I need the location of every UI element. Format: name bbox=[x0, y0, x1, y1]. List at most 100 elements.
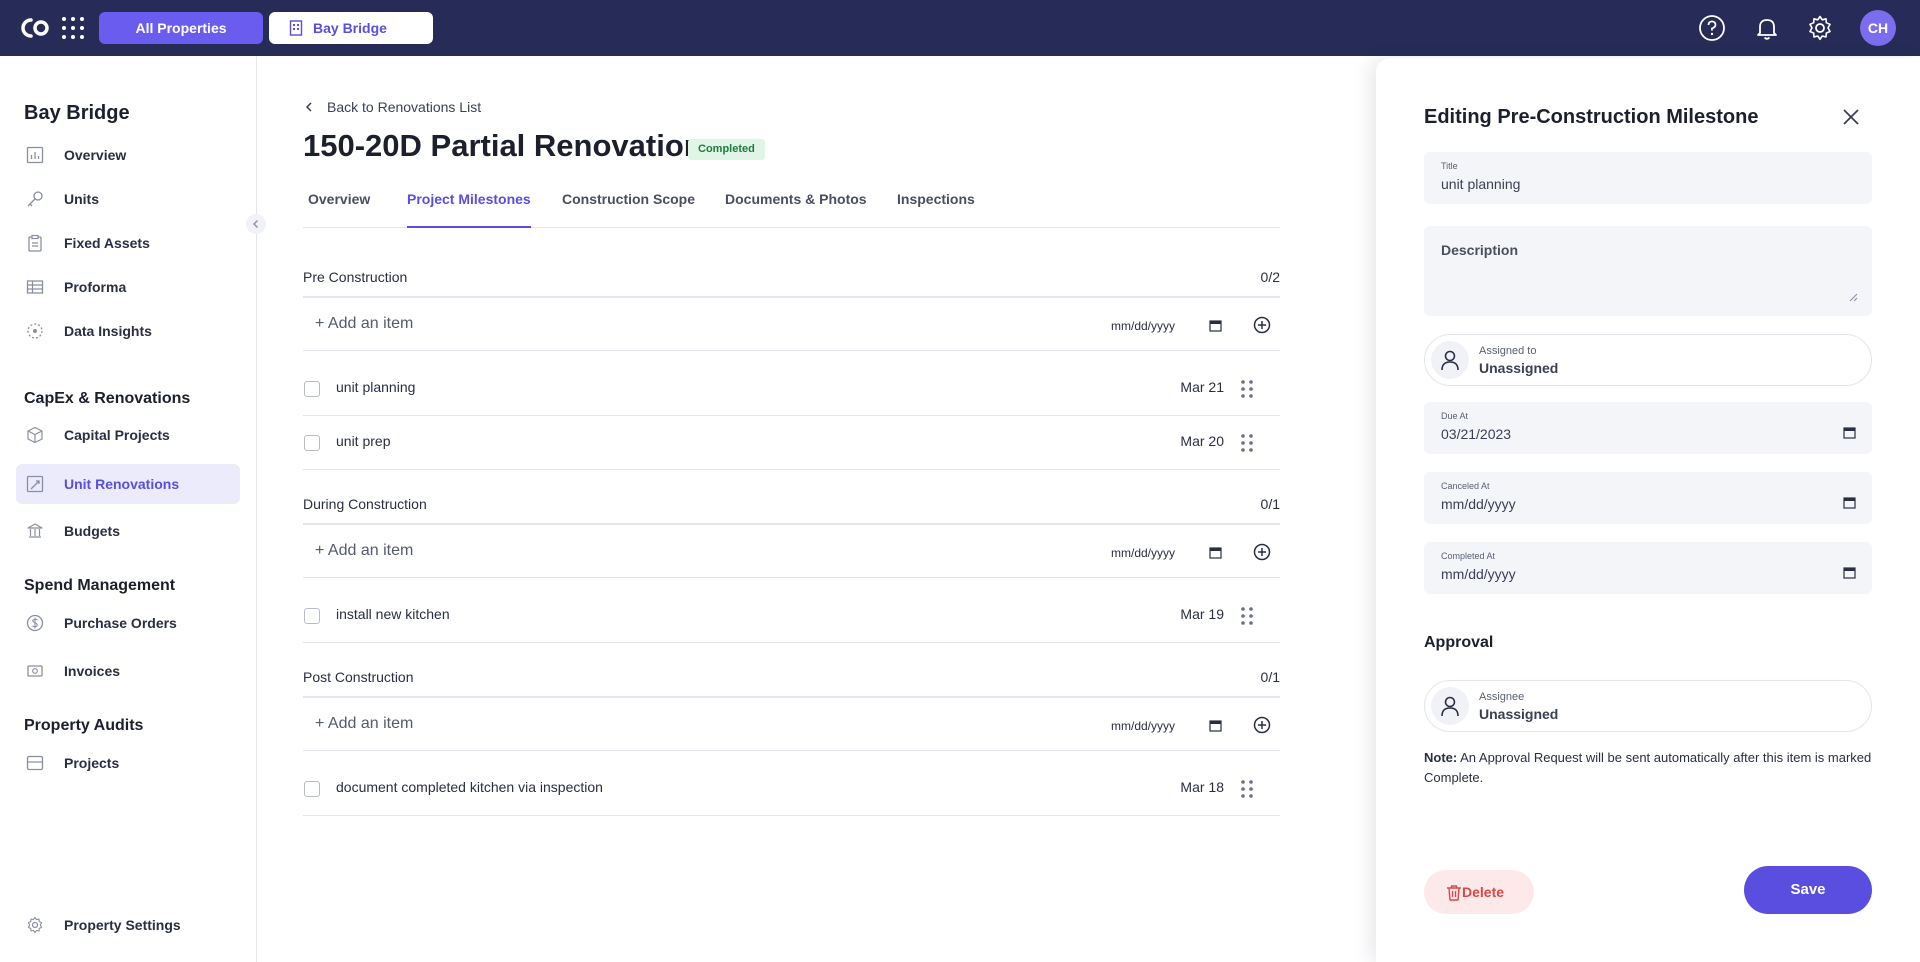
edit-milestone-panel: Editing Pre-Construction Milestone Title… bbox=[1376, 58, 1920, 962]
milestone-checkbox[interactable] bbox=[304, 381, 320, 397]
description-field[interactable]: Description bbox=[1424, 226, 1872, 316]
company-logo[interactable] bbox=[20, 14, 50, 42]
resize-handle-icon[interactable] bbox=[1849, 293, 1858, 302]
sidebar-item-budgets[interactable]: Budgets bbox=[16, 511, 240, 551]
drag-handle-icon[interactable] bbox=[1240, 432, 1254, 454]
calendar-icon[interactable] bbox=[1209, 319, 1222, 332]
sidebar-item-label: Fixed Assets bbox=[64, 235, 150, 251]
approval-assignee-selector[interactable]: Assignee Unassigned bbox=[1424, 680, 1872, 732]
user-icon bbox=[1431, 341, 1469, 379]
milestone-label: unit planning bbox=[336, 379, 416, 395]
status-badge: Completed bbox=[688, 139, 765, 160]
settings-gear-icon[interactable] bbox=[1806, 14, 1834, 42]
group-count: 0/1 bbox=[1260, 496, 1280, 512]
tab-bar: Overview Project Milestones Construction… bbox=[303, 187, 1280, 228]
milestone-row[interactable]: document completed kitchen via inspectio… bbox=[303, 762, 1280, 816]
date-input[interactable]: mm/dd/yyyy bbox=[1111, 546, 1175, 560]
title-field-value[interactable]: unit planning bbox=[1441, 176, 1520, 192]
add-circle-icon[interactable] bbox=[1253, 716, 1271, 734]
completed-at-field[interactable]: Completed At mm/dd/yyyy bbox=[1424, 542, 1872, 594]
sidebar-item-invoices[interactable]: Invoices bbox=[16, 651, 240, 691]
cube-icon bbox=[27, 426, 43, 444]
milestone-date: Mar 20 bbox=[1180, 433, 1224, 449]
invoice-icon bbox=[27, 665, 43, 677]
title-field-label: Title bbox=[1441, 161, 1458, 171]
all-properties-button[interactable]: All Properties bbox=[99, 12, 263, 44]
assignee-label: Assignee bbox=[1479, 691, 1525, 703]
help-icon[interactable] bbox=[1698, 14, 1726, 42]
milestone-row[interactable]: install new kitchen Mar 19 bbox=[303, 589, 1280, 643]
assigned-to-selector[interactable]: Assigned to Unassigned bbox=[1424, 334, 1872, 386]
calendar-icon[interactable] bbox=[1209, 719, 1222, 732]
sidebar-item-property-settings[interactable]: Property Settings bbox=[16, 905, 240, 945]
sidebar: Bay Bridge Overview Units Fixed Assets P… bbox=[0, 56, 257, 962]
due-at-field[interactable]: Due At 03/21/2023 bbox=[1424, 402, 1872, 454]
assignee-value: Unassigned bbox=[1479, 706, 1559, 722]
sidebar-item-overview[interactable]: Overview bbox=[16, 135, 240, 175]
add-item-input[interactable]: + Add an item bbox=[315, 315, 413, 333]
sidebar-item-label: Data Insights bbox=[64, 323, 152, 339]
app-grid-icon[interactable] bbox=[62, 17, 84, 39]
sidebar-item-data-insights[interactable]: Data Insights bbox=[16, 311, 240, 351]
tab-inspections[interactable]: Inspections bbox=[897, 191, 975, 228]
add-item-input[interactable]: + Add an item bbox=[315, 542, 413, 560]
sidebar-item-unit-renovations[interactable]: Unit Renovations bbox=[16, 464, 240, 504]
drag-handle-icon[interactable] bbox=[1240, 605, 1254, 627]
add-item-row: + Add an item mm/dd/yyyy bbox=[303, 298, 1280, 351]
sidebar-item-projects[interactable]: Projects bbox=[16, 743, 240, 783]
collapse-sidebar-button[interactable] bbox=[246, 214, 266, 234]
drag-handle-icon[interactable] bbox=[1240, 778, 1254, 800]
sidebar-item-proforma[interactable]: Proforma bbox=[16, 267, 240, 307]
sidebar-item-label: Invoices bbox=[64, 663, 121, 679]
sidebar-section-spend: Spend Management bbox=[24, 577, 176, 594]
group-name: Pre Construction bbox=[303, 269, 408, 285]
delete-button[interactable]: Delete bbox=[1424, 870, 1534, 914]
title-field[interactable]: Title unit planning bbox=[1424, 152, 1872, 204]
tab-construction-scope[interactable]: Construction Scope bbox=[562, 191, 695, 228]
canceled-at-value[interactable]: mm/dd/yyyy bbox=[1441, 496, 1516, 512]
due-at-value[interactable]: 03/21/2023 bbox=[1441, 426, 1511, 442]
add-circle-icon[interactable] bbox=[1253, 316, 1271, 334]
delete-label: Delete bbox=[1462, 884, 1505, 900]
sidebar-section-audits: Property Audits bbox=[24, 717, 144, 734]
assigned-to-label: Assigned to bbox=[1479, 345, 1537, 357]
property-switcher-button[interactable]: Bay Bridge bbox=[269, 12, 433, 44]
milestone-row[interactable]: unit planning Mar 21 bbox=[303, 362, 1280, 416]
add-circle-icon[interactable] bbox=[1253, 543, 1271, 561]
renovation-icon bbox=[26, 475, 44, 493]
milestone-row[interactable]: unit prep Mar 20 bbox=[303, 416, 1280, 470]
sidebar-item-fixed-assets[interactable]: Fixed Assets bbox=[16, 223, 240, 263]
note-text: An Approval Request will be sent automat… bbox=[1424, 750, 1872, 785]
milestone-group-header: During Construction 0/1 bbox=[303, 496, 1280, 516]
notifications-bell-icon[interactable] bbox=[1753, 14, 1781, 42]
calendar-icon[interactable] bbox=[1843, 496, 1856, 509]
sidebar-item-purchase-orders[interactable]: Purchase Orders bbox=[16, 603, 240, 643]
tab-overview[interactable]: Overview bbox=[308, 191, 370, 228]
calendar-icon[interactable] bbox=[1209, 546, 1222, 559]
canceled-at-field[interactable]: Canceled At mm/dd/yyyy bbox=[1424, 472, 1872, 524]
tab-project-milestones[interactable]: Project Milestones bbox=[407, 191, 531, 228]
tab-documents-photos[interactable]: Documents & Photos bbox=[725, 191, 867, 228]
back-link-label: Back to Renovations List bbox=[327, 99, 482, 115]
add-item-input[interactable]: + Add an item bbox=[315, 715, 413, 733]
milestone-checkbox[interactable] bbox=[304, 781, 320, 797]
back-to-list-link[interactable]: Back to Renovations List bbox=[303, 99, 481, 115]
close-icon[interactable] bbox=[1840, 106, 1862, 128]
calendar-icon[interactable] bbox=[1843, 566, 1856, 579]
calendar-icon[interactable] bbox=[1843, 426, 1856, 439]
drag-handle-icon[interactable] bbox=[1240, 378, 1254, 400]
milestone-checkbox[interactable] bbox=[304, 435, 320, 451]
save-button[interactable]: Save bbox=[1744, 866, 1872, 914]
completed-at-value[interactable]: mm/dd/yyyy bbox=[1441, 566, 1516, 582]
milestone-checkbox[interactable] bbox=[304, 608, 320, 624]
table-icon bbox=[26, 280, 44, 294]
page-title: 150-20D Partial Renovation bbox=[303, 128, 703, 163]
sidebar-item-units[interactable]: Units bbox=[16, 179, 240, 219]
milestone-label: unit prep bbox=[336, 433, 391, 449]
dollar-icon bbox=[26, 614, 44, 632]
sidebar-item-label: Budgets bbox=[64, 523, 120, 539]
user-avatar[interactable]: CH bbox=[1860, 10, 1896, 46]
sidebar-item-capital-projects[interactable]: Capital Projects bbox=[16, 415, 240, 455]
date-input[interactable]: mm/dd/yyyy bbox=[1111, 319, 1175, 333]
date-input[interactable]: mm/dd/yyyy bbox=[1111, 719, 1175, 733]
